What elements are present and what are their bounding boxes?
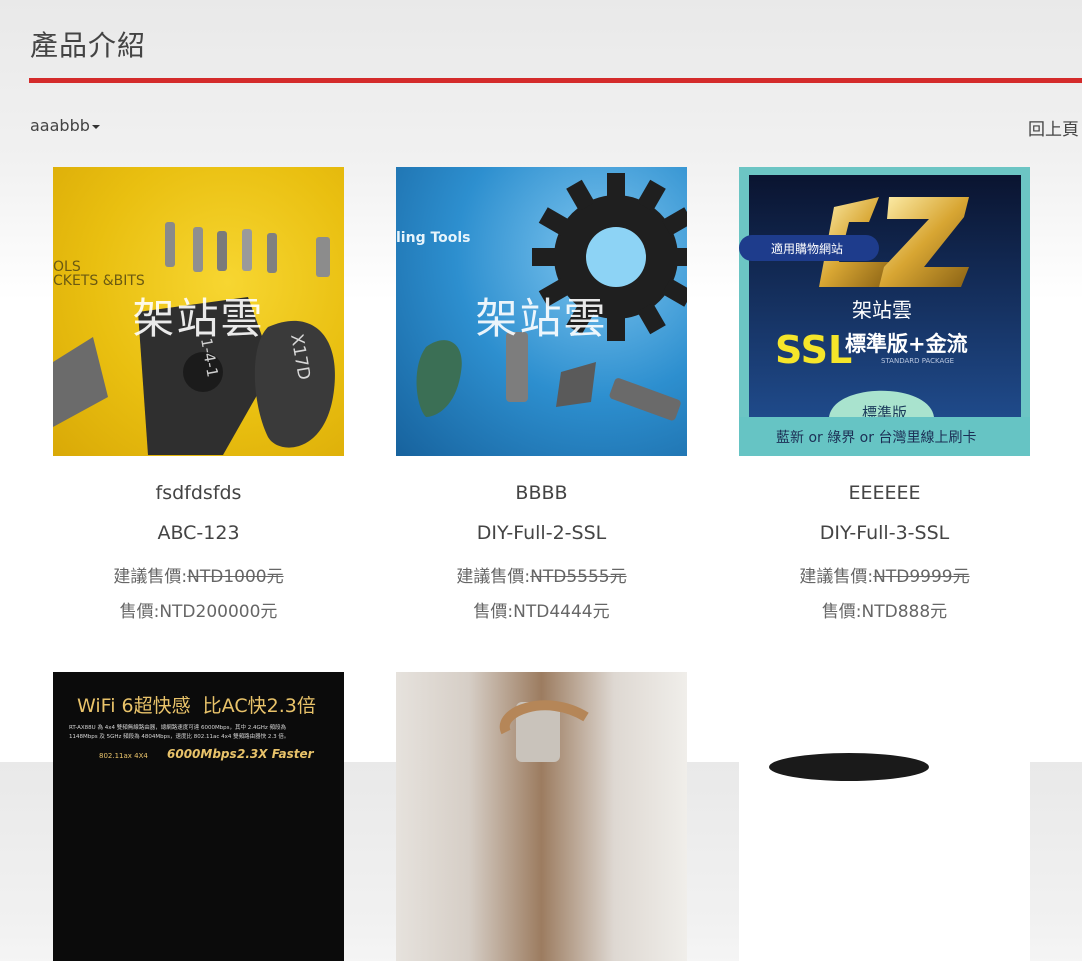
image-heading: WiFi 6超快感 比AC快2.3倍 bbox=[77, 695, 316, 717]
msrp-value: NTD1000元 bbox=[187, 567, 284, 587]
product-image[interactable]: 適用購物網站 架站雲 SSL 標準版+金流 STANDARD PACKAGE 標… bbox=[739, 167, 1030, 456]
msrp-price: 建議售價:NTD1000元 bbox=[53, 562, 344, 587]
product-image[interactable]: OLS CKETS &BITS 1-4-1 X17D 架站雲 bbox=[53, 167, 344, 456]
image-faster: 2.3X Faster bbox=[237, 747, 315, 761]
product-code: DIY-Full-2-SSL bbox=[476, 522, 607, 544]
price-value: NTD888元 bbox=[861, 602, 948, 622]
image-ssl: SSL bbox=[775, 328, 852, 372]
price-value: NTD4444元 bbox=[513, 602, 610, 622]
product-card bbox=[396, 672, 687, 961]
msrp-label: 建議售價: bbox=[799, 567, 874, 587]
banner-illustration: 適用購物網站 架站雲 SSL 標準版+金流 STANDARD PACKAGE 標… bbox=[739, 175, 1030, 456]
product-image[interactable] bbox=[739, 672, 1030, 961]
product-card: 適用購物網站 架站雲 SSL 標準版+金流 STANDARD PACKAGE 標… bbox=[739, 167, 1030, 622]
product-name[interactable]: fsdfdsfds bbox=[53, 482, 344, 506]
product-card: WiFi 6超快感 比AC快2.3倍 RT-AX88U 為 4x4 雙頻無線路由… bbox=[53, 672, 344, 961]
product-image[interactable]: ling Tools 架站雲 bbox=[396, 167, 687, 456]
chevron-down-icon bbox=[91, 124, 100, 129]
sale-price: 售價:NTD200000元 bbox=[53, 597, 344, 622]
product-card bbox=[739, 672, 1030, 961]
image-sub: STANDARD PACKAGE bbox=[881, 357, 954, 365]
image-line: RT-AX88U 為 4x4 雙頻無線路由器，總網路速度可達 6000Mbps，… bbox=[69, 723, 287, 731]
watermark-text: 架站雲 bbox=[132, 294, 265, 343]
category-dropdown-label: aaabbb bbox=[30, 116, 90, 135]
price-label: 售價: bbox=[821, 602, 862, 622]
price-label: 售價: bbox=[119, 602, 160, 622]
product-image[interactable] bbox=[396, 672, 687, 961]
back-link[interactable]: 回上頁 bbox=[1028, 115, 1079, 140]
product-card: OLS CKETS &BITS 1-4-1 X17D 架站雲 fsdfdsfds… bbox=[53, 167, 344, 622]
msrp-price: 建議售價:NTD5555元 bbox=[396, 562, 687, 587]
image-spec: 802.11ax 4X4 bbox=[99, 752, 148, 760]
msrp-price: 建議售價:NTD9999元 bbox=[739, 562, 1030, 587]
category-dropdown[interactable]: aaabbb bbox=[30, 116, 100, 135]
image-badge: 適用購物網站 bbox=[771, 241, 843, 256]
watermark-text: 架站雲 bbox=[475, 294, 608, 343]
title-divider bbox=[29, 78, 1082, 83]
image-caption: ling Tools bbox=[396, 230, 471, 246]
sale-price: 售價:NTD888元 bbox=[739, 597, 1030, 622]
image-speed: 6000Mbps bbox=[167, 747, 237, 761]
product-photo bbox=[769, 753, 929, 781]
product-image[interactable]: WiFi 6超快感 比AC快2.3倍 RT-AX88U 為 4x4 雙頻無線路由… bbox=[53, 672, 344, 961]
sale-price: 售價:NTD4444元 bbox=[396, 597, 687, 622]
banner-illustration: WiFi 6超快感 比AC快2.3倍 RT-AX88U 為 4x4 雙頻無線路由… bbox=[69, 695, 316, 761]
product-code: DIY-Full-3-SSL bbox=[819, 522, 950, 544]
image-plan: 標準版+金流 bbox=[845, 332, 968, 356]
image-brand: 架站雲 bbox=[852, 298, 912, 322]
image-line: 1148Mbps 及 5GHz 頻段為 4804Mbps，速度比 802.11a… bbox=[69, 732, 289, 740]
page-title: 產品介紹 bbox=[30, 29, 147, 62]
image-footer: 藍新 or 綠界 or 台灣里線上刷卡 bbox=[776, 430, 976, 446]
price-label: 售價: bbox=[473, 602, 514, 622]
price-value: NTD200000元 bbox=[159, 602, 278, 622]
msrp-value: NTD5555元 bbox=[530, 567, 627, 587]
product-name[interactable]: EEEEEE bbox=[739, 482, 1030, 506]
product-code: ABC-123 bbox=[157, 522, 240, 544]
msrp-label: 建議售價: bbox=[456, 567, 531, 587]
product-name[interactable]: BBBB bbox=[396, 482, 687, 506]
msrp-value: NTD9999元 bbox=[873, 567, 970, 587]
product-card: ling Tools 架站雲 BBBB DIY-Full-2-SSL 建議售價:… bbox=[396, 167, 687, 622]
msrp-label: 建議售價: bbox=[113, 567, 188, 587]
product-photo bbox=[499, 700, 589, 762]
